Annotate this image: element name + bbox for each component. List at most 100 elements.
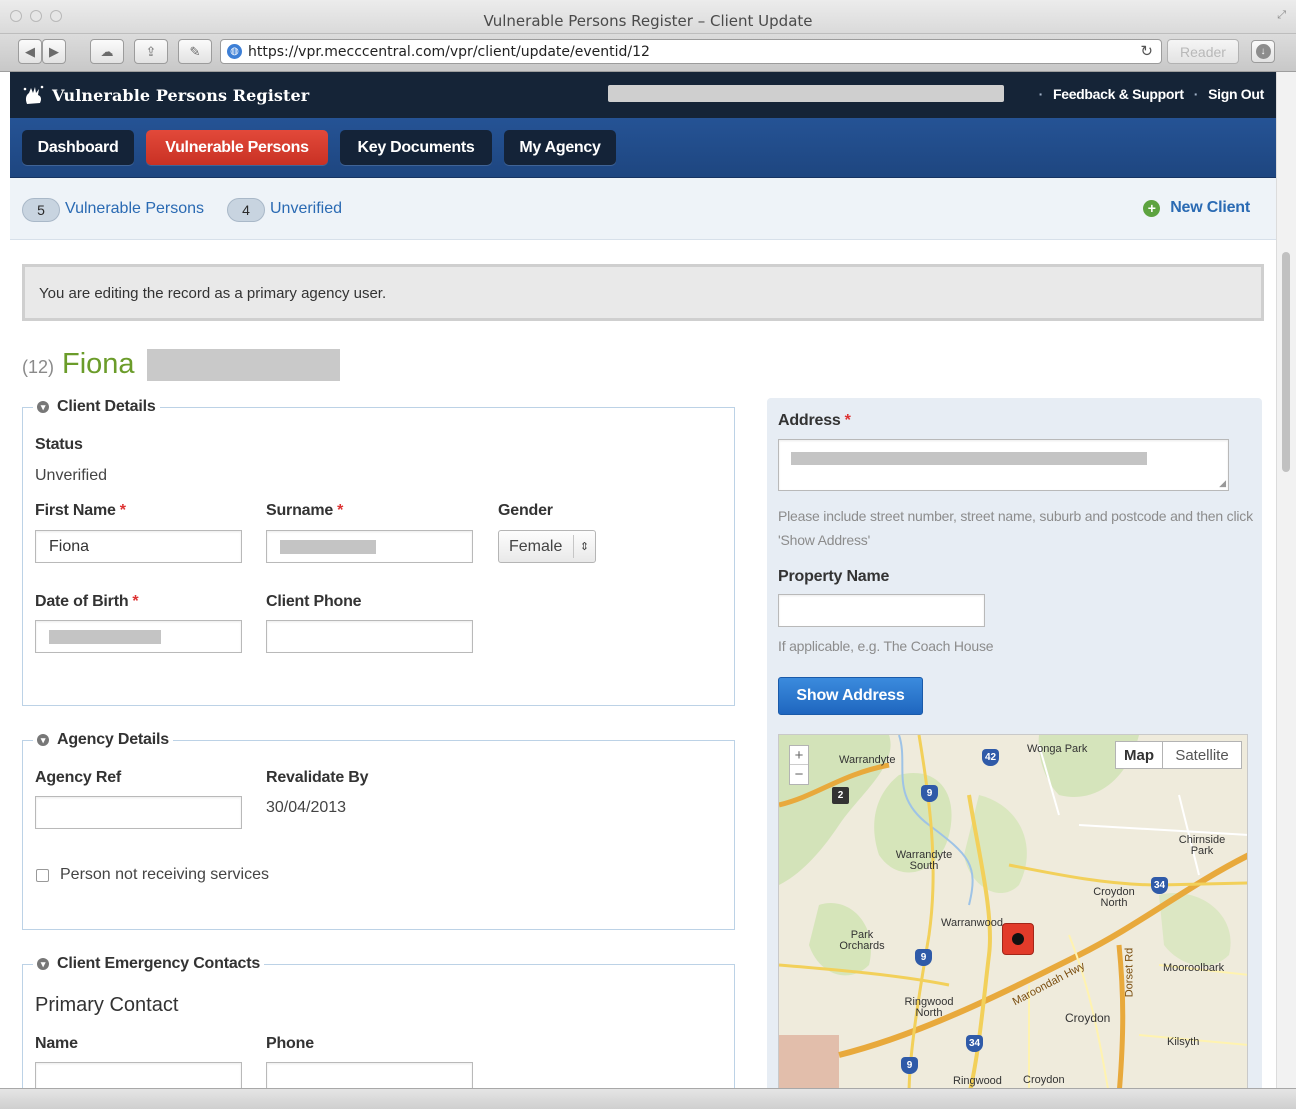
map-place-label: Warranwood bbox=[941, 917, 1003, 929]
plus-circle-icon: + bbox=[1143, 199, 1161, 217]
select-arrows-icon: ⇕ bbox=[573, 535, 595, 558]
scrollbar-thumb[interactable] bbox=[1282, 252, 1290, 472]
collapse-icon[interactable]: ▾ bbox=[37, 734, 49, 746]
sign-out-link[interactable]: Sign Out bbox=[1208, 86, 1264, 102]
reader-button[interactable]: Reader bbox=[1167, 39, 1239, 64]
map-place-label: Mooroolbark bbox=[1163, 962, 1225, 974]
client-first-name: Fiona bbox=[62, 348, 135, 380]
tab-dashboard[interactable]: Dashboard bbox=[22, 130, 134, 165]
back-button[interactable]: ◀ bbox=[18, 39, 42, 64]
property-name-field[interactable] bbox=[778, 594, 985, 627]
redacted-surname bbox=[146, 348, 340, 381]
route-shield: 9 bbox=[921, 785, 938, 802]
tab-vulnerable-persons[interactable]: Vulnerable Persons bbox=[146, 130, 328, 165]
forward-arrow-icon: ▶ bbox=[49, 43, 59, 59]
feedback-support-link[interactable]: Feedback & Support bbox=[1053, 86, 1184, 102]
separator-dot: · bbox=[1038, 86, 1044, 102]
not-receiving-services-checkbox[interactable] bbox=[36, 869, 49, 882]
map-type-map-button[interactable]: Map bbox=[1115, 741, 1163, 769]
address-bar[interactable]: ◍ https://vpr.mecccentral.com/vpr/client… bbox=[220, 39, 1162, 64]
hand-logo-icon bbox=[23, 85, 44, 104]
address-map[interactable]: + − Map Satellite Warrandyte Wonga Park … bbox=[778, 734, 1248, 1088]
download-icon: ↓ bbox=[1255, 44, 1271, 59]
dob-field[interactable] bbox=[35, 620, 242, 653]
location-marker-icon[interactable] bbox=[1002, 923, 1034, 955]
back-arrow-icon: ◀ bbox=[25, 43, 35, 59]
marker-dot bbox=[1012, 933, 1024, 945]
redacted-value bbox=[791, 452, 1147, 465]
contact-name-field[interactable] bbox=[35, 1062, 242, 1088]
revalidate-value: 30/04/2013 bbox=[266, 799, 347, 816]
client-details-legend[interactable]: ▾ Client Details bbox=[33, 398, 160, 416]
surname-field[interactable] bbox=[266, 530, 473, 563]
header-links: · Feedback & Support · Sign Out bbox=[1029, 86, 1265, 102]
globe-icon: ◍ bbox=[227, 44, 242, 59]
redacted-value bbox=[280, 539, 376, 554]
client-id: (12) bbox=[22, 357, 55, 377]
required-mark: * bbox=[844, 412, 851, 429]
zoom-out-button[interactable]: − bbox=[790, 765, 808, 784]
emergency-contacts-legend[interactable]: ▾ Client Emergency Contacts bbox=[33, 955, 264, 973]
map-place-label: Warrandyte South bbox=[895, 849, 953, 872]
status-value: Unverified bbox=[35, 467, 108, 484]
primary-contact-heading: Primary Contact bbox=[35, 994, 179, 1016]
show-address-button[interactable]: Show Address bbox=[778, 677, 923, 715]
new-client-link[interactable]: + New Client bbox=[1143, 199, 1250, 217]
property-name-label: Property Name bbox=[778, 568, 890, 585]
brand[interactable]: Vulnerable Persons Register bbox=[22, 84, 309, 106]
redacted-value bbox=[49, 629, 161, 644]
address-textarea[interactable]: ◢ bbox=[778, 439, 1229, 491]
app-name: Vulnerable Persons Register bbox=[52, 85, 310, 105]
agency-ref-field[interactable] bbox=[35, 796, 242, 829]
map-place-label: Park Orchards bbox=[839, 929, 885, 952]
address-label: Address * bbox=[778, 412, 851, 430]
first-name-label-text: First Name bbox=[35, 502, 116, 519]
window-title: Vulnerable Persons Register – Client Upd… bbox=[483, 12, 813, 30]
reload-icon[interactable]: ↻ bbox=[1140, 42, 1153, 60]
agency-details-section: ▾ Agency Details bbox=[22, 731, 735, 930]
separator-dot: · bbox=[1193, 86, 1199, 102]
property-help-text: If applicable, e.g. The Coach House bbox=[778, 638, 994, 654]
resize-handle-icon[interactable]: ◢ bbox=[1219, 478, 1226, 489]
tab-my-agency[interactable]: My Agency bbox=[504, 130, 616, 165]
surname-label-text: Surname bbox=[266, 502, 334, 519]
downloads-button[interactable]: ↓ bbox=[1251, 40, 1275, 63]
client-details-title: Client Details bbox=[57, 398, 156, 415]
fullscreen-icon[interactable]: ⤢ bbox=[1277, 9, 1286, 22]
surname-label: Surname * bbox=[266, 502, 343, 520]
route-shield: 34 bbox=[966, 1035, 983, 1052]
first-name-field[interactable]: Fiona bbox=[35, 530, 242, 563]
agency-ref-label: Agency Ref bbox=[35, 769, 122, 786]
vertical-scrollbar[interactable] bbox=[1276, 72, 1296, 1088]
required-mark: * bbox=[119, 502, 126, 519]
web-page: Vulnerable Persons Register · Feedback &… bbox=[10, 72, 1276, 1088]
collapse-icon[interactable]: ▾ bbox=[37, 401, 49, 413]
route-shield: 2 bbox=[832, 787, 849, 804]
map-type-satellite-button[interactable]: Satellite bbox=[1162, 741, 1242, 769]
map-place-label: Chirnside Park bbox=[1178, 834, 1226, 857]
forward-button[interactable]: ▶ bbox=[42, 39, 66, 64]
client-phone-field[interactable] bbox=[266, 620, 473, 653]
browser-status-bar bbox=[0, 1088, 1296, 1109]
browser-toolbar: ◀ ▶ ☁ ⇪ ✎ ◍ https://vpr.mecccentral.com/… bbox=[0, 34, 1296, 72]
share-button[interactable]: ⇪ bbox=[134, 39, 168, 64]
collapse-icon[interactable]: ▾ bbox=[37, 958, 49, 970]
tab-key-documents[interactable]: Key Documents bbox=[340, 130, 492, 165]
unverified-link[interactable]: Unverified bbox=[270, 200, 342, 218]
not-receiving-services-label[interactable]: Person not receiving services bbox=[60, 866, 269, 884]
agency-details-legend[interactable]: ▾ Agency Details bbox=[33, 731, 173, 749]
agency-details-title: Agency Details bbox=[57, 731, 169, 748]
map-zoom-controls: + − bbox=[789, 745, 809, 785]
route-shield: 34 bbox=[1151, 877, 1168, 894]
dob-label-text: Date of Birth bbox=[35, 593, 129, 610]
vulnerable-persons-link[interactable]: Vulnerable Persons bbox=[65, 200, 204, 218]
icloud-button[interactable]: ☁ bbox=[90, 39, 124, 64]
status-label: Status bbox=[35, 436, 83, 453]
zoom-in-button[interactable]: + bbox=[790, 746, 808, 765]
url-text[interactable]: https://vpr.mecccentral.com/vpr/client/u… bbox=[248, 44, 650, 60]
redacted-user-info bbox=[608, 85, 1004, 102]
gender-select[interactable]: Female ⇕ bbox=[498, 530, 596, 563]
tools-button[interactable]: ✎ bbox=[178, 39, 212, 64]
address-label-text: Address bbox=[778, 412, 841, 429]
contact-phone-field[interactable] bbox=[266, 1062, 473, 1088]
